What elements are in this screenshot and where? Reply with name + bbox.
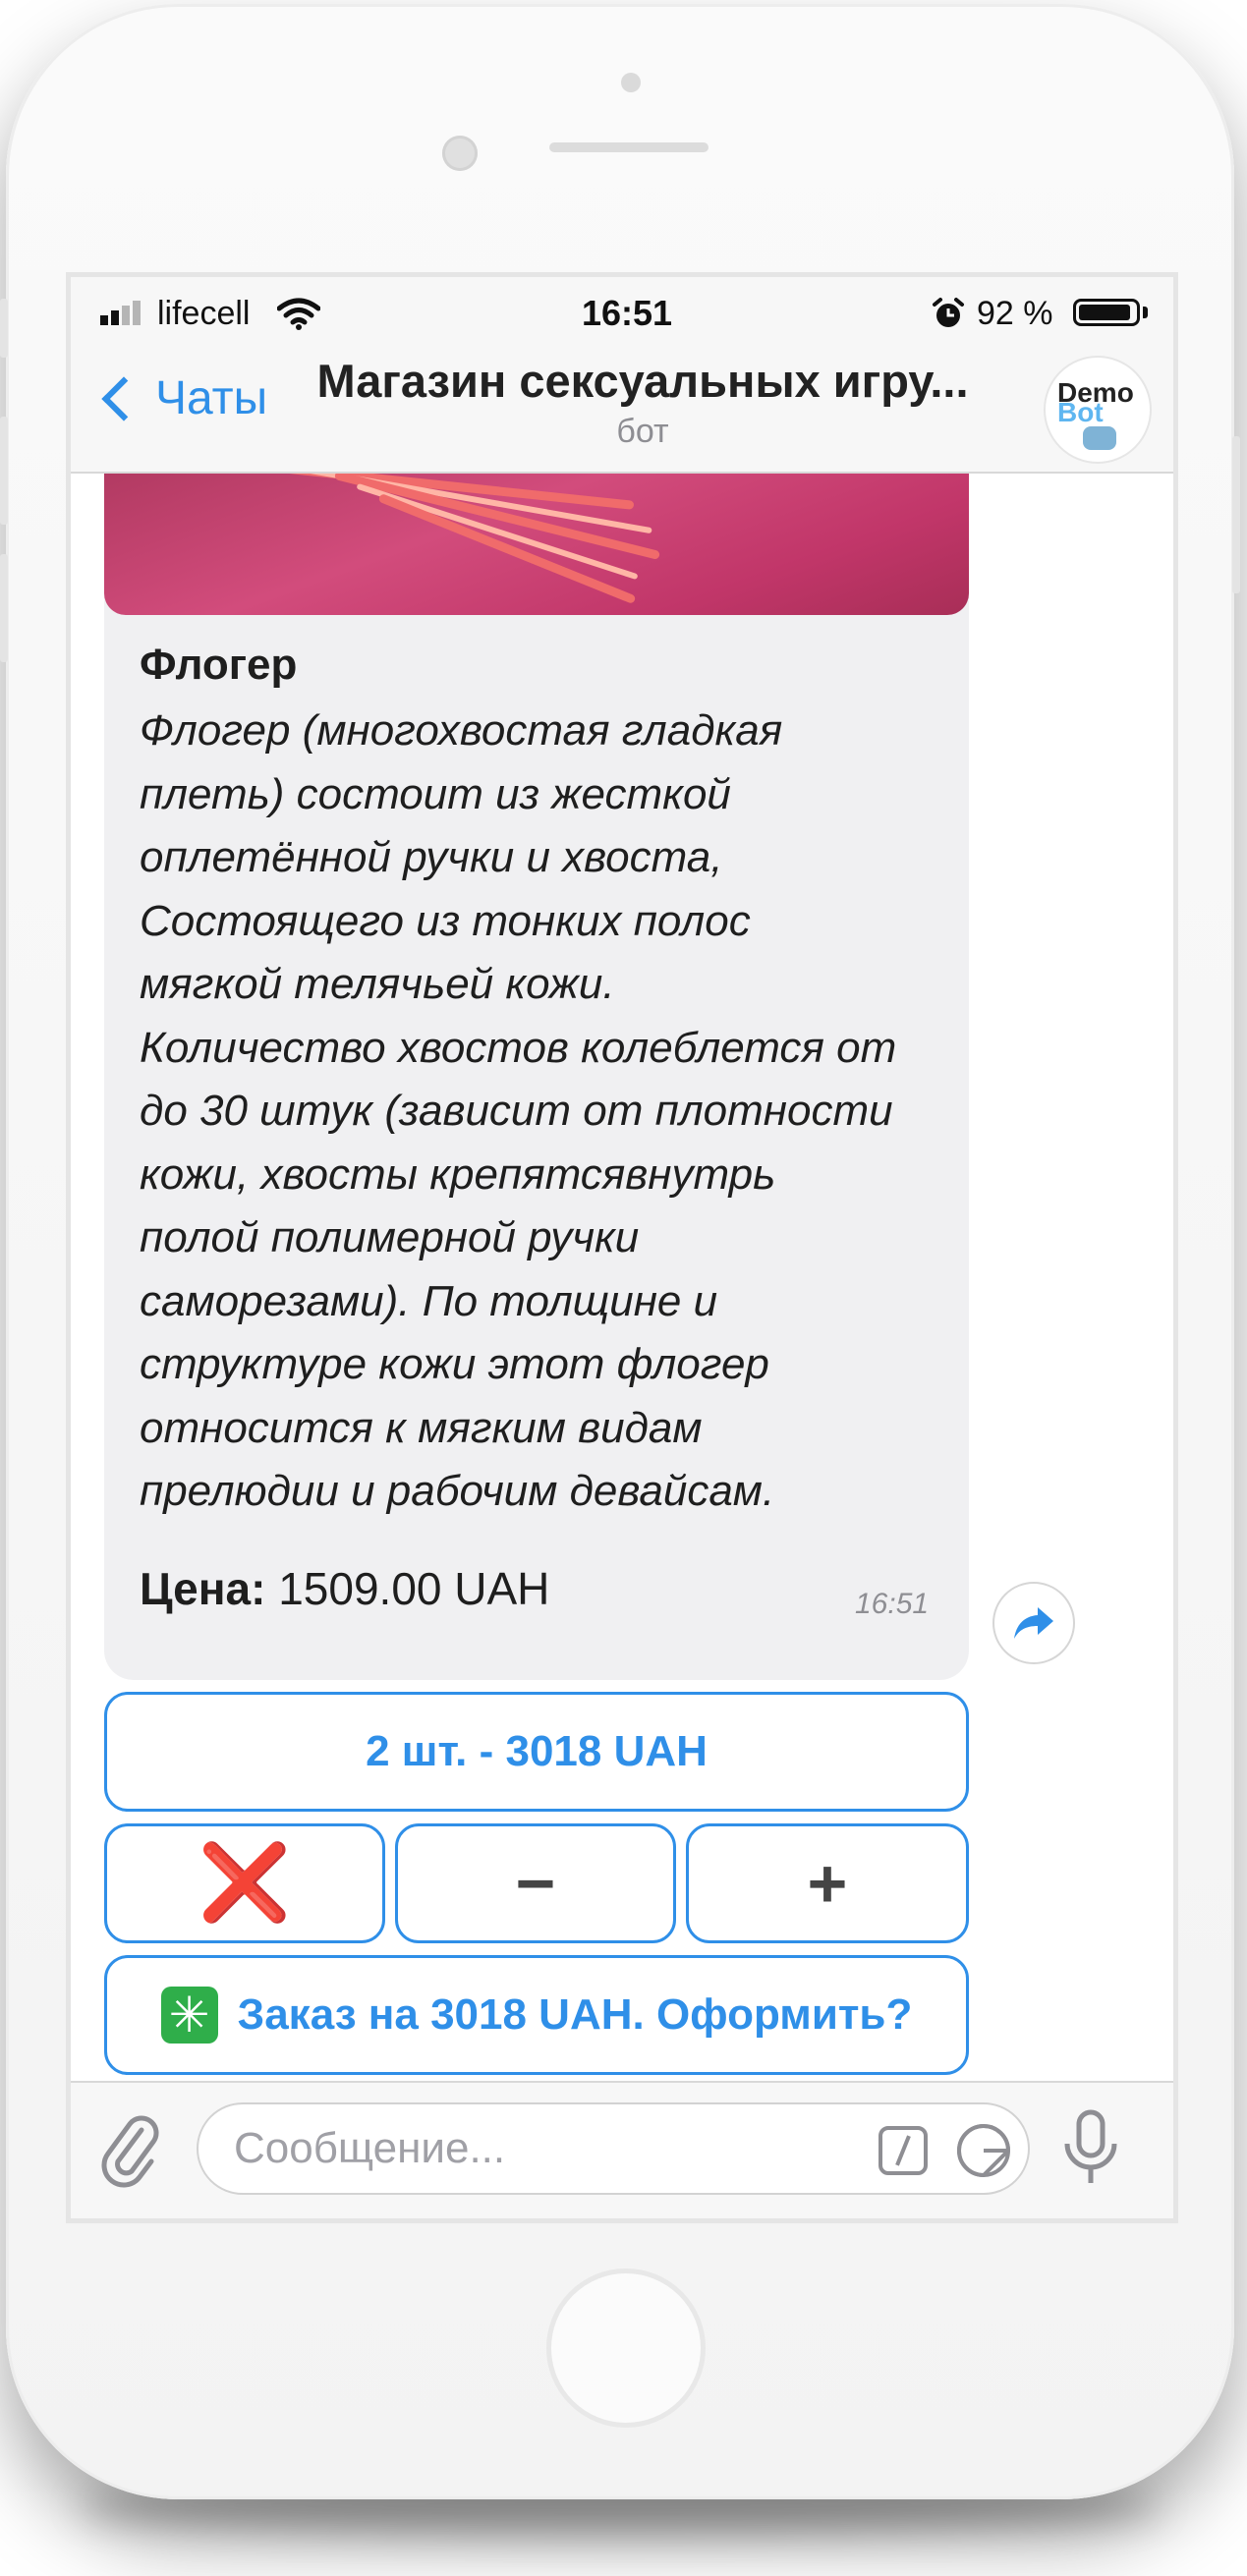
alarm-icon	[933, 298, 964, 327]
chat-subtitle: бот	[616, 413, 669, 450]
chat-area[interactable]: Флогер Флогер (многохвостая гладкая плет…	[71, 474, 1173, 2081]
battery-cap	[1143, 307, 1148, 318]
price-label: Цена:	[140, 1563, 266, 1614]
product-price: Цена: 1509.00 UAH	[140, 1562, 549, 1615]
message-input-bar	[71, 2081, 1173, 2218]
chat-title[interactable]: Магазин сексуальных игру...	[299, 354, 987, 408]
microphone-icon[interactable]	[1061, 2108, 1120, 2191]
avatar-text-bot: Bot	[1057, 397, 1104, 427]
status-time: 16:51	[582, 293, 673, 333]
quantity-button[interactable]: 2 шт. - 3018 UAH	[104, 1692, 969, 1812]
share-arrow-icon	[1014, 1607, 1053, 1639]
plus-icon: +	[807, 1845, 848, 1922]
increase-quantity-button[interactable]: +	[686, 1823, 969, 1943]
volume-up-button	[0, 417, 8, 525]
signal-icon	[100, 301, 143, 325]
battery-icon	[1073, 299, 1140, 326]
battery-level	[1079, 305, 1130, 320]
status-bar: lifecell 16:51 92 %	[71, 277, 1173, 348]
message-time: 16:51	[855, 1588, 930, 1620]
minus-icon: −	[515, 1845, 556, 1922]
chevron-left-icon	[101, 375, 146, 421]
bot-command-button[interactable]	[879, 2126, 928, 2175]
message-bubble[interactable]: Флогер Флогер (многохвостая гладкая плет…	[104, 474, 969, 1680]
volume-down-button	[0, 554, 8, 662]
product-photo[interactable]	[104, 474, 969, 615]
back-button-label: Чаты	[155, 372, 268, 424]
sticker-icon[interactable]	[955, 2122, 1012, 2179]
power-button	[1232, 436, 1240, 593]
slash-icon	[895, 2135, 911, 2166]
back-button[interactable]: Чаты	[98, 371, 267, 425]
product-title: Флогер	[140, 641, 298, 689]
robot-icon	[1083, 426, 1116, 450]
share-button[interactable]	[992, 1582, 1075, 1664]
proximity-sensor	[621, 73, 641, 92]
phone-screen: lifecell 16:51 92 % Чаты Магазин сексуал…	[71, 277, 1173, 2218]
checkout-button[interactable]: ✳ Заказ на 3018 UAH. Оформить?	[104, 1955, 969, 2075]
product-description: Флогер (многохвостая гладкая плеть) сост…	[140, 706, 897, 1515]
paperclip-icon[interactable]	[98, 2110, 161, 2189]
mute-switch	[0, 299, 8, 358]
bot-avatar[interactable]: Demo Bot	[1044, 356, 1152, 464]
remove-item-button[interactable]: ❌	[104, 1823, 385, 1943]
quantity-label: 2 шт. - 3018 UAH	[366, 1727, 708, 1775]
wifi-icon	[277, 298, 320, 330]
carrier-name: lifecell	[157, 295, 251, 332]
chat-header: Чаты Магазин сексуальных игру... бот Dem…	[71, 348, 1173, 474]
decrease-quantity-button[interactable]: −	[395, 1823, 676, 1943]
checkout-label: Заказ на 3018 UAH. Оформить?	[237, 1990, 913, 2039]
home-button[interactable]	[546, 2268, 706, 2428]
battery-percentage: 92 %	[977, 295, 1053, 332]
cross-mark-icon: ❌	[198, 1841, 292, 1925]
photo-strip	[377, 492, 637, 605]
earpiece-speaker	[549, 142, 709, 152]
eight-spoked-asterisk-icon: ✳	[160, 1987, 218, 2044]
front-camera	[442, 136, 478, 171]
price-value: 1509.00 UAH	[265, 1563, 550, 1614]
